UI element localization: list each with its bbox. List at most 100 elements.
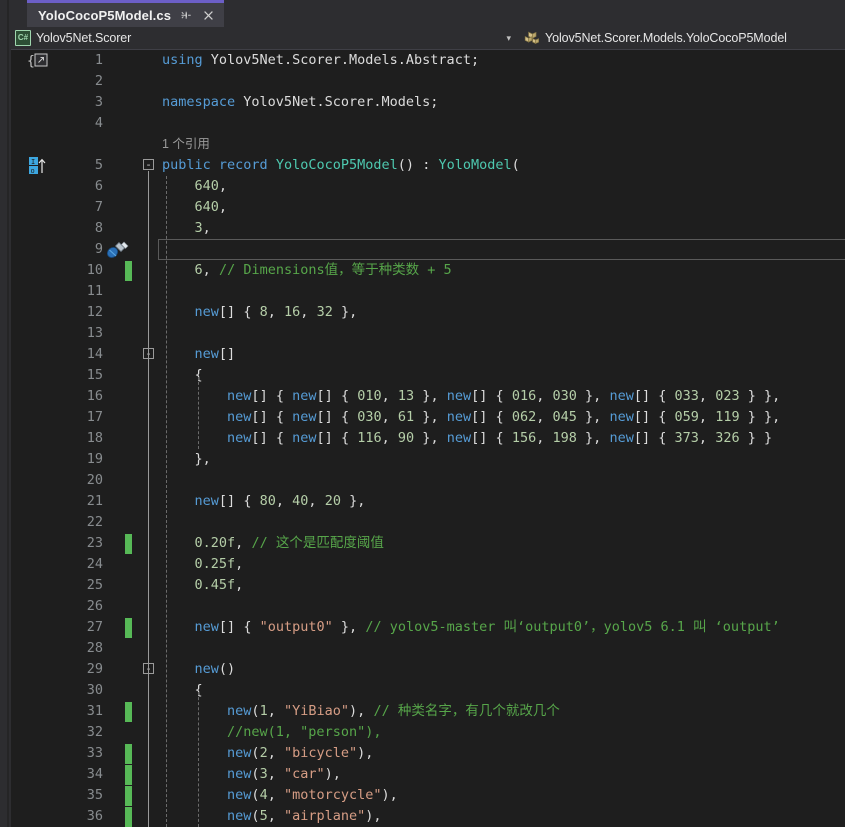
code-line-text: namespace Yolov5Net.Scorer.Models;: [162, 94, 439, 110]
code-line-text: new[] { "output0" }, // yolov5-master 叫‘…: [194, 619, 780, 635]
line-number: 15: [86, 367, 103, 383]
change-indicator-bar: [125, 534, 132, 554]
navbar-member-label: Yolov5Net.Scorer.Models.YoloCocoP5Model: [545, 31, 787, 45]
code-editor-surface[interactable]: {1 using Yolov5Net.Scorer.Models.Abstract…: [11, 50, 845, 827]
line-number: 31: [86, 703, 103, 719]
code-line-text: 0.20f, // 这个是匹配度阈值: [194, 535, 384, 551]
line-number: 2: [94, 73, 103, 89]
code-line-text: 3,: [194, 220, 211, 236]
line-number: 35: [86, 787, 103, 803]
code-line-text: new[]: [194, 346, 236, 362]
line-number: 12: [86, 304, 103, 320]
code-line-text: new[] { new[] { 030, 61 }, new[] { 062, …: [227, 409, 781, 425]
code-line-text: using Yolov5Net.Scorer.Models.Abstract;: [162, 52, 480, 68]
outlining-spine-line: [148, 675, 149, 827]
code-line-text: new[] { 80, 40, 20 },: [194, 493, 366, 509]
change-indicator-bar: [125, 618, 132, 638]
csharp-file-icon: C#: [15, 30, 31, 46]
outlining-collapse-toggle[interactable]: -: [142, 659, 158, 680]
line-number: 17: [86, 409, 103, 425]
line-number: 14: [86, 346, 103, 362]
code-line-text: 0.45f,: [194, 577, 244, 593]
code-line-text: 640,: [194, 178, 228, 194]
tab-title: YoloCocoP5Model.cs: [38, 7, 172, 23]
visual-studio-editor-window: YoloCocoP5Model.cs C# Yolov5Net.Scorer ▾: [0, 0, 845, 827]
line-number: 11: [86, 283, 103, 299]
codelens-reference-count[interactable]: 1 个引用: [162, 134, 210, 155]
line-number: 29: [86, 661, 103, 677]
change-indicator-bar: [125, 807, 132, 827]
code-line-text: //new(1, "person"),: [227, 724, 382, 740]
line-number: 5: [94, 157, 103, 173]
chevron-down-icon[interactable]: ▾: [506, 27, 511, 49]
line-number: 36: [86, 808, 103, 824]
line-number: 34: [86, 766, 103, 782]
line-number: 8: [94, 220, 103, 236]
line-number: 23: [86, 535, 103, 551]
indent-guide-line: [198, 692, 199, 827]
left-dock-rail-shadow: [7, 0, 9, 827]
code-line-text: new[] { new[] { 010, 13 }, new[] { 016, …: [227, 388, 781, 404]
document-tab-yolococop5model[interactable]: YoloCocoP5Model.cs: [27, 0, 225, 27]
navbar-member-dropdown[interactable]: Yolov5Net.Scorer.Models.YoloCocoP5Model: [519, 27, 845, 49]
line-number: 4: [94, 115, 103, 131]
rename-suggestion-icon[interactable]: Io: [11, 155, 60, 176]
code-line-text: 0.25f,: [194, 556, 244, 572]
line-number: 1: [94, 52, 103, 68]
code-line-text: 640,: [194, 199, 228, 215]
line-number: 9: [94, 241, 103, 257]
change-indicator-bar: [125, 261, 132, 281]
code-line-text: },: [194, 451, 211, 467]
line-number: 18: [86, 430, 103, 446]
line-number: 10: [86, 262, 103, 278]
change-indicator-bar: [125, 744, 132, 764]
code-line-text: new(5, "airplane"),: [227, 808, 382, 824]
line-number: 32: [86, 724, 103, 740]
svg-text:I: I: [31, 158, 35, 166]
navbar-project-label: Yolov5Net.Scorer: [36, 31, 132, 45]
line-number: 24: [86, 556, 103, 572]
line-number: 6: [94, 178, 103, 194]
brace-namespace-icon[interactable]: {: [11, 50, 60, 71]
svg-text:o: o: [31, 167, 35, 175]
quick-actions-screwdriver-icon[interactable]: [97, 239, 137, 260]
indent-guide-line: [198, 377, 199, 449]
navigation-bar: C# Yolov5Net.Scorer ▾ Yolov5Net.Scorer.M…: [11, 27, 845, 50]
code-line-text: new(2, "bicycle"),: [227, 745, 374, 761]
change-indicator-bar: [125, 786, 132, 806]
line-number: 25: [86, 577, 103, 593]
line-number: 22: [86, 514, 103, 530]
line-number: 33: [86, 745, 103, 761]
code-line-text: new(): [194, 661, 236, 677]
change-indicator-bar: [125, 702, 132, 722]
outlining-spine-line: [148, 360, 149, 461]
line-number: 30: [86, 682, 103, 698]
line-number: 27: [86, 619, 103, 635]
pin-icon[interactable]: [177, 7, 194, 24]
svg-text:{: {: [27, 54, 35, 69]
code-line-text: new(1, "YiBiao"), // 种类名字，有几个就改几个: [227, 703, 560, 719]
line-number: 7: [94, 199, 103, 215]
line-number: 20: [86, 472, 103, 488]
outlining-collapse-toggle[interactable]: -: [142, 155, 158, 176]
line-number: 26: [86, 598, 103, 614]
line-number: 16: [86, 388, 103, 404]
close-icon[interactable]: [200, 7, 217, 24]
class-member-icon: [524, 31, 540, 45]
code-line-text: public record YoloCocoP5Model() : YoloMo…: [162, 157, 520, 173]
line-number: 13: [86, 325, 103, 341]
code-line-text: new(3, "car"),: [227, 766, 341, 782]
indent-guide-line: [166, 176, 167, 827]
line-number: 3: [94, 94, 103, 110]
line-number: 21: [86, 493, 103, 509]
navbar-project-dropdown[interactable]: C# Yolov5Net.Scorer ▾: [11, 27, 519, 49]
outlining-collapse-toggle[interactable]: -: [142, 344, 158, 365]
line-number: 19: [86, 451, 103, 467]
code-line-text: new[] { 8, 16, 32 },: [194, 304, 358, 320]
code-line-text: {: [194, 682, 203, 698]
line-number: 28: [86, 640, 103, 656]
document-tab-strip: YoloCocoP5Model.cs: [11, 0, 845, 27]
code-line-text: 6, // Dimensions值，等于种类数 + 5: [194, 262, 452, 278]
change-indicator-bar: [125, 765, 132, 785]
code-line-text: {: [194, 367, 203, 383]
